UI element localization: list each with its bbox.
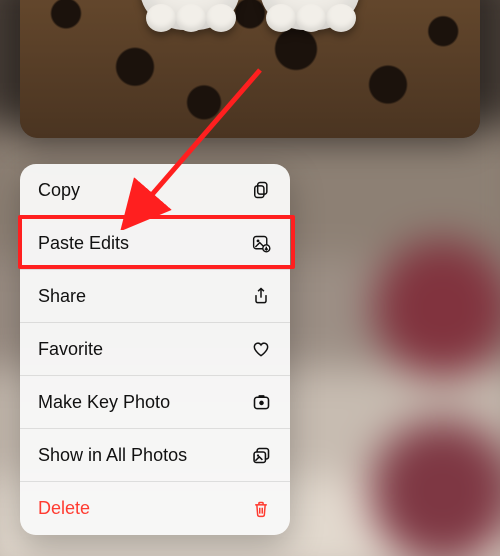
key-photo-icon (250, 391, 272, 413)
menu-item-share[interactable]: Share (20, 270, 290, 323)
photo-content-paws (140, 0, 370, 40)
menu-item-label: Show in All Photos (38, 445, 250, 466)
trash-icon (250, 498, 272, 520)
menu-item-make-key-photo[interactable]: Make Key Photo (20, 376, 290, 429)
photo-thumbnail[interactable] (20, 0, 480, 138)
paste-edits-icon (250, 232, 272, 254)
copy-icon (250, 179, 272, 201)
menu-item-label: Copy (38, 180, 250, 201)
menu-item-show-in-all-photos[interactable]: Show in All Photos (20, 429, 290, 482)
share-icon (250, 285, 272, 307)
menu-item-label: Share (38, 286, 250, 307)
context-menu: Copy Paste Edits Share (20, 164, 290, 535)
menu-item-label: Delete (38, 498, 250, 519)
menu-item-label: Make Key Photo (38, 392, 250, 413)
menu-item-favorite[interactable]: Favorite (20, 323, 290, 376)
all-photos-icon (250, 444, 272, 466)
menu-item-paste-edits[interactable]: Paste Edits (20, 217, 290, 270)
menu-item-label: Favorite (38, 339, 250, 360)
screen: Copy Paste Edits Share (0, 0, 500, 556)
menu-item-delete[interactable]: Delete (20, 482, 290, 535)
heart-icon (250, 338, 272, 360)
menu-item-label: Paste Edits (38, 233, 250, 254)
menu-item-copy[interactable]: Copy (20, 164, 290, 217)
